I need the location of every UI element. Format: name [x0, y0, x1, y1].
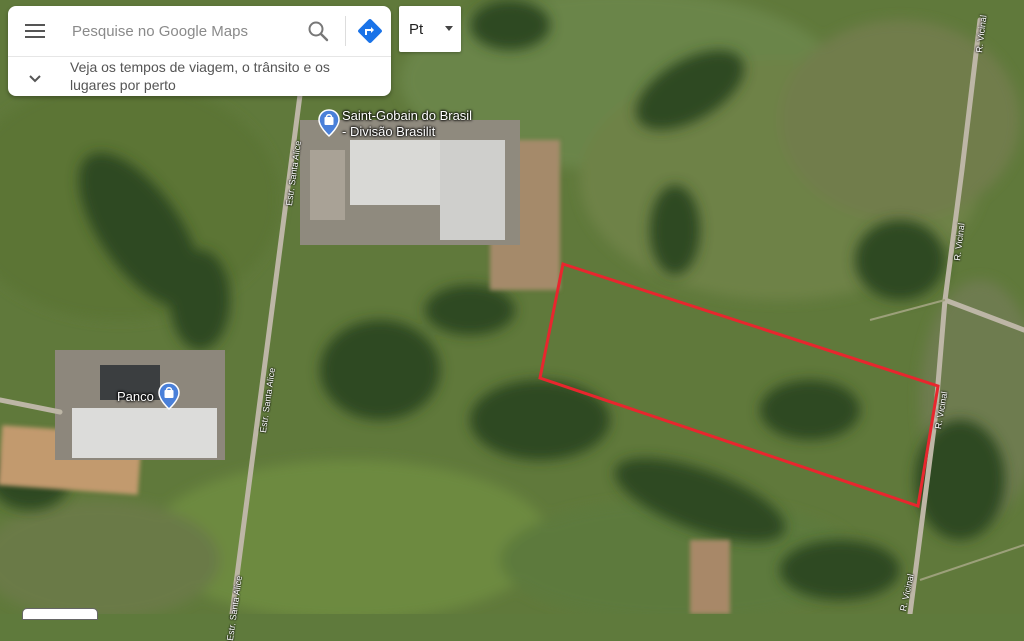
divider [8, 56, 391, 57]
place-label-saint-gobain[interactable]: Saint-Gobain do Brasil - Divisão Brasili… [342, 108, 472, 140]
directions-button[interactable] [352, 14, 388, 48]
directions-icon [358, 19, 382, 43]
search-bar [8, 6, 391, 54]
dropdown-arrow-icon [445, 26, 453, 31]
bottom-panel-tab[interactable] [22, 608, 98, 620]
search-panel: Veja os tempos de viagem, o trânsito e o… [8, 6, 391, 96]
menu-button[interactable] [18, 18, 52, 44]
nearby-hint-text[interactable]: Veja os tempos de viagem, o trânsito e o… [70, 58, 370, 94]
shopping-bag-pin-icon[interactable] [158, 382, 180, 410]
language-value: Pt [409, 21, 424, 38]
search-button[interactable] [300, 16, 336, 46]
shopping-bag-pin-icon[interactable] [318, 109, 340, 137]
menu-icon [25, 24, 45, 38]
expand-button[interactable] [22, 66, 48, 92]
search-icon [308, 21, 329, 42]
search-input[interactable] [70, 18, 304, 44]
place-label-panco[interactable]: Panco [117, 389, 154, 404]
chevron-down-icon [29, 75, 41, 83]
language-selector[interactable]: Pt [399, 6, 461, 52]
divider [345, 16, 346, 46]
